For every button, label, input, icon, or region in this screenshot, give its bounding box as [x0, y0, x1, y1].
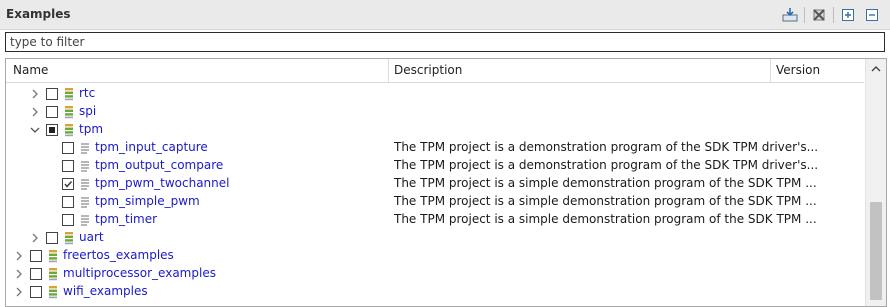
toolbar-separator — [804, 7, 805, 23]
document-icon — [80, 177, 90, 191]
chevron-down-icon[interactable] — [30, 124, 40, 136]
tree-item-description: The TPM project is a simple demonstratio… — [394, 194, 817, 208]
checkbox[interactable] — [46, 232, 58, 244]
examples-panel: Examples type to filter Name Description… — [0, 0, 890, 307]
tree-row[interactable]: tpm_simple_pwm The TPM project is a simpl… — [6, 193, 864, 211]
column-name[interactable]: Name — [13, 59, 48, 82]
checkbox[interactable] — [30, 268, 42, 280]
filter-field[interactable] — [5, 32, 885, 52]
collapse-all-icon[interactable] — [862, 5, 882, 25]
checkbox[interactable] — [62, 214, 74, 226]
tree-item-label[interactable]: freertos_examples — [63, 248, 174, 262]
tree-item-label[interactable]: tpm_simple_pwm — [95, 194, 200, 208]
tree-row[interactable]: tpm_timer The TPM project is a simple dem… — [6, 211, 864, 229]
checkbox[interactable] — [62, 142, 74, 154]
vertical-scrollbar[interactable] — [865, 59, 886, 306]
checkbox[interactable] — [46, 88, 58, 100]
document-icon — [80, 141, 90, 155]
checkbox-partial[interactable] — [46, 124, 58, 136]
tree-item-description: The TPM project is a simple demonstratio… — [394, 212, 817, 226]
document-icon — [80, 195, 90, 209]
stack-icon — [64, 87, 74, 101]
checkbox[interactable] — [30, 250, 42, 262]
stack-icon — [48, 249, 58, 263]
tree-row[interactable]: rtc — [6, 85, 864, 103]
tree-item-label[interactable]: tpm_output_compare — [95, 158, 223, 172]
tree-row[interactable]: tpm_output_compare The TPM project is a d… — [6, 157, 864, 175]
tree-row[interactable]: multiprocessor_examples — [6, 265, 864, 283]
scroll-up-icon[interactable] — [866, 59, 886, 79]
chevron-right-icon[interactable] — [30, 106, 40, 118]
tree-item-description: The TPM project is a demonstration progr… — [394, 140, 819, 154]
document-icon — [80, 159, 90, 173]
tree-item-label[interactable]: tpm_input_capture — [95, 140, 208, 154]
checkbox[interactable] — [46, 106, 58, 118]
tree-item-label[interactable]: wifi_examples — [63, 284, 148, 298]
column-version[interactable]: Version — [776, 59, 820, 82]
tree-row[interactable]: freertos_examples — [6, 247, 864, 265]
remove-icon[interactable] — [809, 5, 829, 25]
tree-item-label[interactable]: spi — [79, 104, 96, 118]
tree-item-label[interactable]: tpm_timer — [95, 212, 157, 226]
checkbox-checked[interactable] — [62, 178, 74, 190]
tree-item-description: The TPM project is a demonstration progr… — [394, 158, 819, 172]
chevron-right-icon[interactable] — [14, 268, 24, 280]
column-header: Name Description Version — [6, 59, 864, 83]
tree-row[interactable]: wifi_examples — [6, 283, 864, 301]
tree-item-label[interactable]: uart — [79, 230, 104, 244]
stack-icon — [64, 105, 74, 119]
checkbox[interactable] — [62, 196, 74, 208]
document-icon — [80, 213, 90, 227]
toolbar-separator — [833, 7, 834, 23]
tree-row[interactable]: tpm — [6, 121, 864, 139]
tree-item-label[interactable]: tpm_pwm_twochannel — [95, 176, 229, 190]
checkbox[interactable] — [30, 286, 42, 298]
scrollbar-thumb[interactable] — [870, 202, 882, 300]
tree-row[interactable]: tpm_pwm_twochannel The TPM project is a s… — [6, 175, 864, 193]
tree-item-description: The TPM project is a simple demonstratio… — [394, 176, 817, 190]
tree-item-label[interactable]: rtc — [79, 86, 95, 100]
column-description[interactable]: Description — [394, 59, 462, 82]
tree-item-label[interactable]: tpm — [79, 122, 103, 136]
stack-icon — [48, 267, 58, 281]
tree-row[interactable]: tpm_input_capture The TPM project is a de… — [6, 139, 864, 157]
checkbox[interactable] — [62, 160, 74, 172]
stack-icon — [64, 123, 74, 137]
expand-all-icon[interactable] — [838, 5, 858, 25]
filter-input[interactable] — [6, 33, 884, 51]
panel-title: Examples — [6, 7, 71, 21]
tree-row[interactable]: uart — [6, 229, 864, 247]
panel-header: Examples — [0, 0, 890, 30]
chevron-right-icon[interactable] — [14, 250, 24, 262]
stack-icon — [48, 285, 58, 299]
column-separator[interactable] — [388, 59, 389, 82]
stack-icon — [64, 231, 74, 245]
chevron-right-icon[interactable] — [30, 88, 40, 100]
tree-row[interactable]: spi — [6, 103, 864, 121]
chevron-right-icon[interactable] — [30, 232, 40, 244]
tree-item-label[interactable]: multiprocessor_examples — [63, 266, 216, 280]
panel-toolbar — [776, 5, 882, 25]
examples-tree[interactable]: Name Description Version rtc spi tpm tpm_in… — [5, 58, 887, 307]
column-separator[interactable] — [770, 59, 771, 82]
chevron-right-icon[interactable] — [14, 286, 24, 298]
import-icon[interactable] — [780, 5, 800, 25]
